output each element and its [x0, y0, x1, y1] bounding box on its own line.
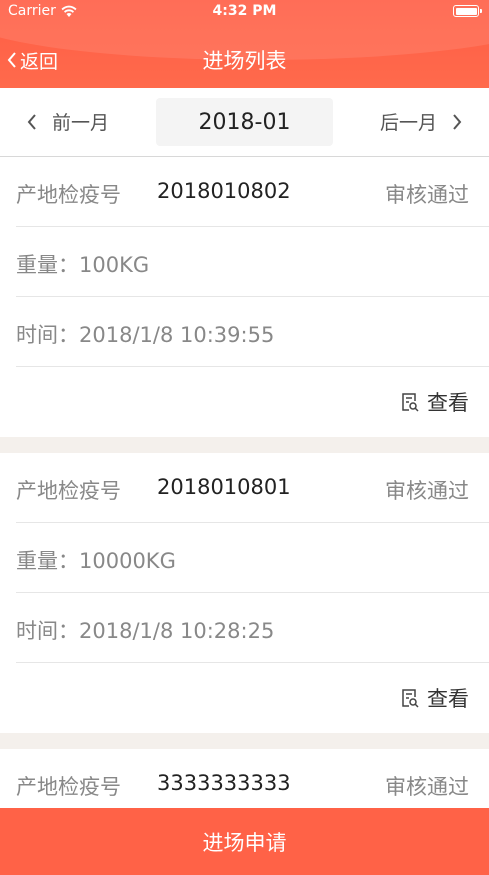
status-badge: 审核通过 — [385, 479, 469, 503]
weight-value: 10000KG — [79, 549, 176, 573]
card-separator — [0, 733, 489, 749]
weight-row: 重量：100KG — [16, 227, 489, 297]
clock: 4:32 PM — [212, 3, 277, 19]
code-label: 产地检疫号 — [16, 479, 121, 503]
view-button[interactable]: 查看 — [401, 387, 469, 417]
document-search-icon — [402, 689, 419, 708]
quarantine-code: 2018010802 — [157, 179, 291, 203]
record-header-row: 产地检疫号 2018010802 审核通过 — [16, 157, 489, 227]
view-label: 查看 — [427, 687, 469, 711]
chevron-left-icon — [27, 113, 36, 130]
next-month-button[interactable]: 后一月 — [380, 108, 463, 135]
record-header-row: 产地检疫号 2018010801 审核通过 — [16, 453, 489, 523]
page-title: 进场列表 — [202, 49, 287, 73]
document-search-icon — [402, 393, 419, 412]
quarantine-code: 2018010801 — [157, 475, 291, 499]
entry-list: 产地检疫号 2018010802 审核通过 重量：100KG 时间：2018/1… — [0, 157, 489, 819]
record-card: 产地检疫号 2018010801 审核通过 重量：10000KG 时间：2018… — [0, 453, 489, 733]
time-row: 时间：2018/1/8 10:28:25 — [16, 593, 489, 663]
weight-value: 100KG — [79, 253, 150, 277]
time-label: 时间： — [16, 619, 79, 643]
weight-label: 重量： — [16, 253, 79, 277]
time-row: 时间：2018/1/8 10:39:55 — [16, 297, 489, 367]
weight-row: 重量：10000KG — [16, 523, 489, 593]
entry-apply-button[interactable]: 进场申请 — [0, 808, 489, 875]
status-bar: Carrier 4:32 PM — [0, 0, 489, 24]
view-label: 查看 — [427, 391, 469, 415]
battery-icon — [453, 5, 482, 17]
view-row: 查看 — [0, 367, 489, 437]
status-badge: 审核通过 — [385, 183, 469, 207]
quarantine-code: 3333333333 — [157, 771, 291, 795]
status-badge: 审核通过 — [385, 775, 469, 799]
current-month[interactable]: 2018-01 — [156, 98, 333, 146]
code-label: 产地检疫号 — [16, 775, 121, 799]
view-row: 查看 — [0, 663, 489, 733]
view-button[interactable]: 查看 — [401, 683, 469, 713]
chevron-right-icon — [453, 113, 462, 130]
card-separator — [0, 437, 489, 453]
month-selector: 前一月 2018-01 后一月 — [0, 88, 489, 157]
weight-label: 重量： — [16, 549, 79, 573]
code-label: 产地检疫号 — [16, 183, 121, 207]
record-card: 产地检疫号 2018010802 审核通过 重量：100KG 时间：2018/1… — [0, 157, 489, 437]
time-label: 时间： — [16, 323, 79, 347]
time-value: 2018/1/8 10:28:25 — [79, 619, 275, 643]
time-value: 2018/1/8 10:39:55 — [79, 323, 275, 347]
header: Carrier 4:32 PM 返回 进场列表 — [0, 0, 489, 88]
next-month-label: 后一月 — [379, 112, 437, 134]
prev-month-button[interactable]: 前一月 — [26, 108, 109, 135]
prev-month-label: 前一月 — [52, 112, 110, 134]
